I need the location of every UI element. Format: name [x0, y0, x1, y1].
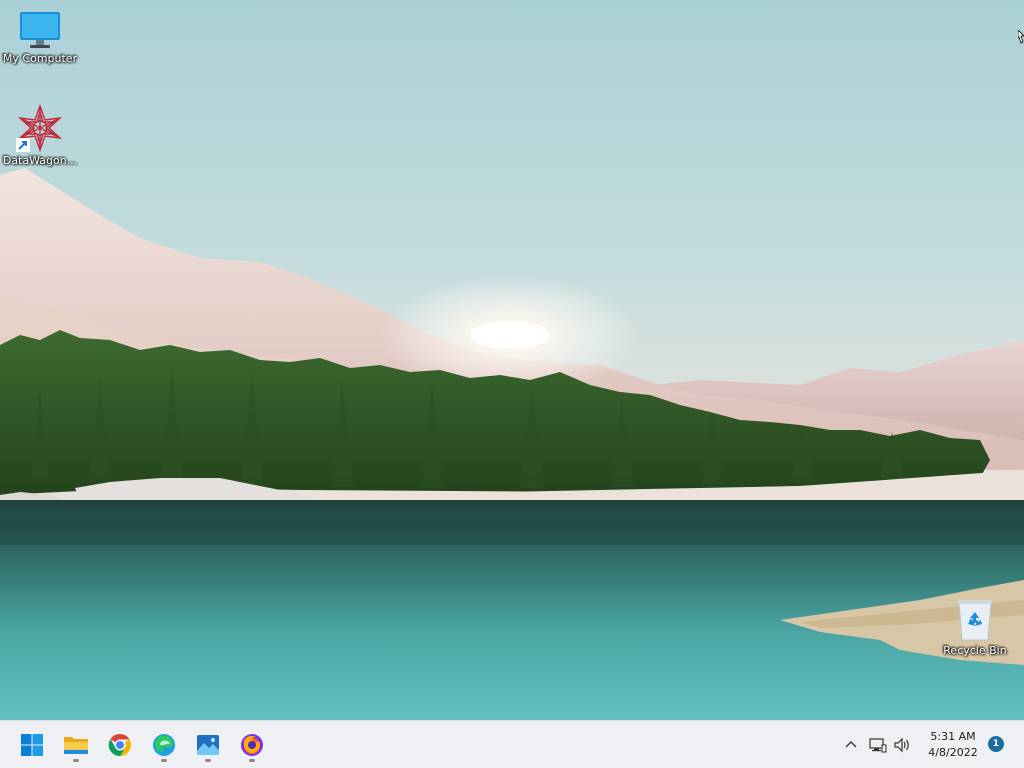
notification-badge[interactable]: 1: [988, 736, 1004, 752]
network-icon: [869, 738, 887, 753]
photos-icon: [197, 735, 219, 755]
wallpaper: [0, 0, 1024, 720]
datawagon-desktop-icon[interactable]: DataWagon...: [0, 104, 80, 168]
firefox-taskbar-button[interactable]: [234, 727, 270, 763]
taskbar: 5:31 AM 4/8/2022 1: [0, 720, 1024, 768]
network-tray-button[interactable]: [868, 735, 888, 755]
file-explorer-icon: [64, 737, 88, 754]
running-indicator: [205, 759, 211, 762]
photos-taskbar-button[interactable]: [190, 727, 226, 763]
datawagon-label: DataWagon...: [2, 154, 78, 167]
volume-icon: [894, 737, 909, 753]
datawagon-shortcut-icon: [16, 104, 63, 152]
clock-time: 5:31 AM: [930, 730, 976, 743]
file-explorer-taskbar-button[interactable]: [58, 727, 94, 763]
running-indicator: [73, 759, 79, 762]
monitor-icon: [20, 12, 60, 48]
start-button[interactable]: [14, 727, 50, 763]
my-computer-desktop-icon[interactable]: My Computer: [0, 10, 80, 66]
running-indicator: [161, 759, 167, 762]
volume-tray-button[interactable]: [893, 735, 913, 755]
desktop: My Computer DataWagon... Recycle Bin 5:3…: [0, 0, 1024, 768]
recycle-bin-desktop-icon[interactable]: Recycle Bin: [935, 598, 1015, 658]
edge-taskbar-button[interactable]: [146, 727, 182, 763]
my-computer-label: My Computer: [2, 52, 78, 65]
edge-icon: [153, 734, 175, 756]
recycle-bin-label: Recycle Bin: [943, 644, 1007, 657]
show-hidden-icons-button[interactable]: [841, 735, 861, 755]
windows-start-icon: [21, 734, 43, 756]
firefox-icon: [241, 734, 263, 756]
chrome-taskbar-button[interactable]: [102, 727, 138, 763]
running-indicator: [249, 759, 255, 762]
chrome-icon: [108, 733, 131, 757]
taskbar-clock[interactable]: 5:31 AM 4/8/2022: [922, 729, 984, 761]
clock-date: 4/8/2022: [928, 746, 978, 759]
mouse-cursor-icon: [1018, 30, 1024, 44]
chevron-up-icon: [845, 741, 857, 748]
recycle-bin-icon: [958, 600, 992, 641]
